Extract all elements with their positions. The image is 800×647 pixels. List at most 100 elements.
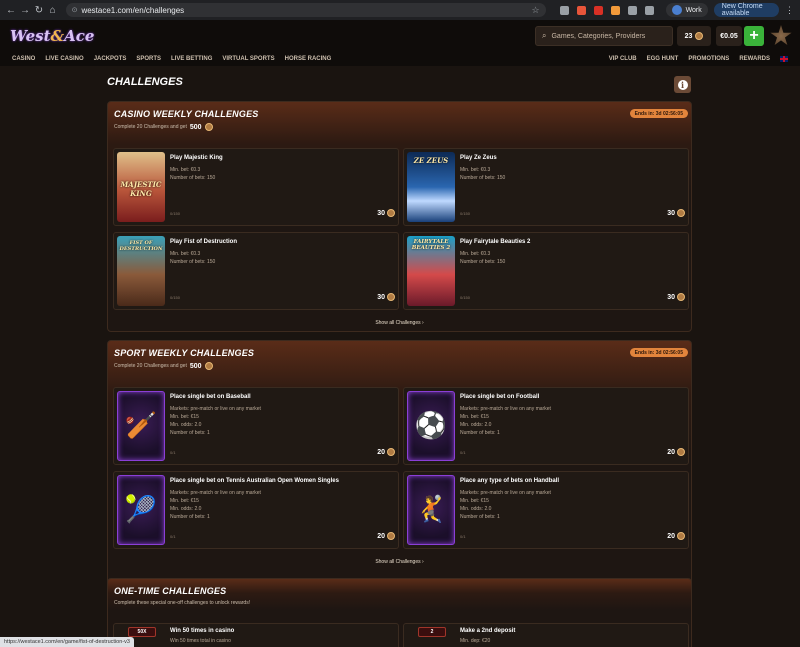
- update-chrome-button[interactable]: New Chrome available: [713, 3, 779, 17]
- section-subtitle: Complete 20 Challenges and get 500: [114, 362, 213, 370]
- coin-icon: [387, 209, 395, 217]
- thumb-title: FAIRYTALE BEAUTIES 2: [411, 239, 451, 251]
- challenge-card[interactable]: 🎾 Place single bet on Tennis Australian …: [113, 471, 399, 549]
- challenge-min-odds: Min. odds: 2.0: [170, 506, 202, 512]
- challenge-reward: 30: [377, 209, 395, 217]
- site-info-icon[interactable]: ⊙: [72, 6, 78, 14]
- sport-thumbnail[interactable]: 🏏: [117, 391, 165, 461]
- section-reward-value: 500: [189, 123, 202, 131]
- main-nav: CASINO LIVE CASINO JACKPOTS SPORTS LIVE …: [0, 52, 800, 66]
- subtitle-text: Complete 20 Challenges and get: [114, 124, 187, 130]
- game-thumbnail[interactable]: FAIRYTALE BEAUTIES 2: [407, 236, 455, 306]
- section-subtitle: Complete these special one-off challenge…: [114, 600, 250, 606]
- nav-live-betting[interactable]: LIVE BETTING: [171, 56, 212, 62]
- section-title: ONE-TIME CHALLENGES: [114, 586, 227, 596]
- language-flag-icon[interactable]: [780, 56, 788, 62]
- game-thumbnail[interactable]: ZE ZEUS: [407, 152, 455, 222]
- show-all-challenges-link[interactable]: Show all Challenges ›: [108, 320, 691, 326]
- nav-promotions[interactable]: PROMOTIONS: [688, 56, 729, 62]
- show-all-challenges-link[interactable]: Show all Challenges ›: [108, 559, 691, 565]
- nav-jackpots[interactable]: JACKPOTS: [94, 56, 127, 62]
- challenge-reward: 20: [667, 448, 685, 456]
- info-button[interactable]: i: [674, 76, 691, 93]
- challenge-card[interactable]: 🤾 Place any type of bets on Handball Mar…: [403, 471, 689, 549]
- challenge-bets: Number of bets: 1: [170, 514, 210, 520]
- challenge-bets: Number of bets: 150: [460, 175, 506, 181]
- challenge-min-bet: Min. bet: €15: [460, 498, 489, 504]
- challenge-markets: Markets: pre-match or live on any market: [170, 490, 261, 496]
- challenge-min-bet: Min. bet: €15: [460, 414, 489, 420]
- challenge-bets: Number of bets: 1: [170, 430, 210, 436]
- challenge-name: Play Majestic King: [170, 155, 223, 161]
- challenge-reward: 20: [377, 448, 395, 456]
- coin-icon: [677, 209, 685, 217]
- challenge-name: Place single bet on Football: [460, 394, 540, 400]
- nav-sports[interactable]: SPORTS: [136, 56, 161, 62]
- reward-value: 30: [377, 209, 385, 217]
- game-thumbnail[interactable]: MAJESTIC KING: [117, 152, 165, 222]
- challenge-reward: 30: [667, 209, 685, 217]
- status-bar-url: https://westace1.com/en/game/fist-of-des…: [0, 637, 134, 647]
- address-url[interactable]: westace1.com/en/challenges: [81, 6, 531, 15]
- reward-value: 30: [377, 293, 385, 301]
- nav-horse-racing[interactable]: HORSE RACING: [285, 56, 332, 62]
- tab-icon[interactable]: [644, 5, 654, 15]
- challenge-card[interactable]: ZE ZEUS Play Ze Zeus Min. bet: €0.3 Numb…: [403, 148, 689, 226]
- nav-virtual-sports[interactable]: VIRTUAL SPORTS: [222, 56, 274, 62]
- forward-icon[interactable]: →: [20, 3, 30, 17]
- challenge-card[interactable]: 50X Win 50 times in casino Win 50 times …: [113, 623, 399, 647]
- nav-egg-hunt[interactable]: EGG HUNT: [647, 56, 679, 62]
- extension-icon[interactable]: [559, 5, 569, 15]
- back-icon[interactable]: ←: [6, 3, 16, 17]
- sport-thumbnail[interactable]: ⚽: [407, 391, 455, 461]
- challenge-card[interactable]: MAJESTIC KING Play Majestic King Min. be…: [113, 148, 399, 226]
- challenge-card[interactable]: 🏏 Place single bet on Baseball Markets: …: [113, 387, 399, 465]
- nav-rewards[interactable]: REWARDS: [739, 56, 770, 62]
- search-input[interactable]: ⌕ Games, Categories, Providers: [535, 26, 673, 46]
- challenge-reward: 20: [377, 532, 395, 540]
- extension-icon[interactable]: [610, 5, 620, 15]
- profile-name: Work: [685, 6, 702, 14]
- section-title: CASINO WEEKLY CHALLENGES: [114, 109, 259, 119]
- challenge-detail: Min. dep: €20: [460, 638, 491, 644]
- nav-vip-club[interactable]: VIP CLUB: [609, 56, 637, 62]
- extension-icon[interactable]: [576, 5, 586, 15]
- tennis-racket-icon: 🎾: [124, 494, 158, 524]
- kebab-menu-icon[interactable]: ⋮: [785, 5, 794, 16]
- baseball-bat-icon: 🏏: [124, 410, 158, 440]
- challenge-markets: Markets: pre-match or live on any market: [460, 406, 551, 412]
- extension-icon[interactable]: [593, 5, 603, 15]
- coin-icon: [387, 448, 395, 456]
- nav-live-casino[interactable]: LIVE CASINO: [45, 56, 83, 62]
- challenge-card[interactable]: ⚽ Place single bet on Football Markets: …: [403, 387, 689, 465]
- bookmark-star-icon[interactable]: ☆: [531, 5, 539, 16]
- challenge-card[interactable]: FIST OF DESTRUCTION Play Fist of Destruc…: [113, 232, 399, 310]
- reward-value: 20: [377, 448, 385, 456]
- deposit-button[interactable]: +: [744, 26, 764, 46]
- coins-counter[interactable]: 23: [677, 26, 711, 46]
- search-placeholder: Games, Categories, Providers: [551, 32, 646, 40]
- game-thumbnail[interactable]: FIST OF DESTRUCTION: [117, 236, 165, 306]
- sport-thumbnail[interactable]: 🤾: [407, 475, 455, 545]
- challenge-card[interactable]: 2 Make a 2nd deposit Min. dep: €20: [403, 623, 689, 647]
- challenge-min-bet: Min. bet: €0.3: [460, 167, 491, 173]
- coin-icon: [677, 448, 685, 456]
- balance[interactable]: €0.05: [716, 26, 742, 46]
- challenge-bets: Number of bets: 150: [460, 259, 506, 265]
- challenge-card[interactable]: FAIRYTALE BEAUTIES 2 Play Fairytale Beau…: [403, 232, 689, 310]
- thumb-title: ZE ZEUS: [413, 156, 449, 165]
- sport-thumbnail[interactable]: 🎾: [117, 475, 165, 545]
- thumb-title: FIST OF DESTRUCTION: [119, 240, 163, 252]
- profile-chip[interactable]: Work: [665, 3, 708, 17]
- extensions-area: [559, 5, 654, 15]
- home-icon[interactable]: ⌂: [48, 3, 58, 17]
- challenge-min-bet: Min. bet: €0.3: [170, 167, 201, 173]
- puzzle-icon[interactable]: [627, 5, 637, 15]
- reload-icon[interactable]: ↻: [34, 3, 44, 17]
- coin-icon: [677, 532, 685, 540]
- nav-casino[interactable]: CASINO: [12, 56, 35, 62]
- rank-badge-icon[interactable]: [770, 25, 792, 46]
- address-bar[interactable]: ⊙ westace1.com/en/challenges ☆: [65, 3, 546, 17]
- handball-icon: 🤾: [414, 494, 448, 524]
- logo[interactable]: West&Ace: [10, 27, 94, 45]
